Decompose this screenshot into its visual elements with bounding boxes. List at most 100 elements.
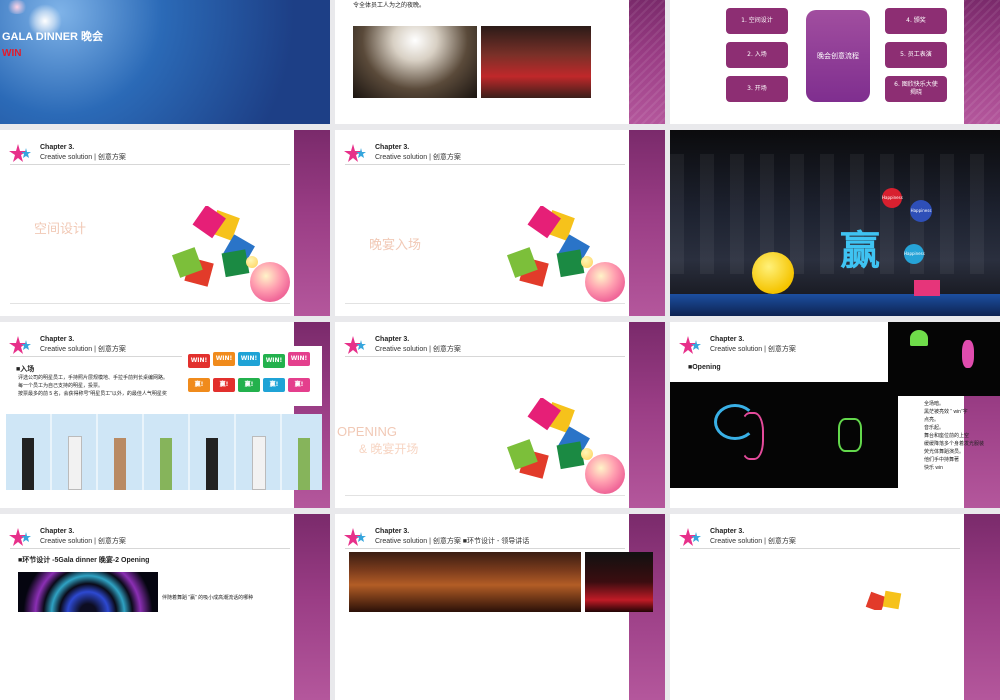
people-photo-strip [6,414,322,490]
purple-side-band [623,130,665,316]
stage-floor [670,294,1000,316]
slide-thumbnail-12[interactable]: Chapter 3. Creative solution | 创意方案 [670,514,1000,700]
win-board: 赢! [263,378,285,392]
body-line-9: 快乐 win [924,465,943,471]
crowd-photo-1 [353,26,477,98]
chapter-label: Chapter 3. [710,528,745,535]
footer-divider [10,303,290,304]
ghost-section-title: OPENING [337,424,397,439]
flow-box-6: 6. 图欣快乐大使 揭晓 [885,76,947,102]
header-divider [10,164,290,165]
section-heading: ■环节设计 -5Gala dinner 晚宴-2 Opening [18,557,150,564]
win-board-panel: WIN! WIN! WIN! WIN! WIN! 赢! 赢! 赢! 赢! 赢! [182,346,322,406]
star-logo-icon [344,528,366,546]
chapter-subtitle: Creative solution | 创意方案 [710,346,796,353]
slide-thumbnail-10[interactable]: Chapter 3. Creative solution | 创意方案 ■环节设… [0,514,330,700]
win-sign: 赢 [840,228,880,274]
purple-side-band [288,514,330,700]
person-figure [252,436,266,490]
slide-title: GALA DINNER 晚会 [2,31,104,43]
flow-box-2: 2. 入场 [726,42,788,68]
win-board: WIN! [263,354,285,368]
chapter-label: Chapter 3. [375,144,410,151]
win-board: 赢! [213,378,235,392]
slide-subtitle: WIN [2,48,22,59]
slide-thumbnail-grid: GALA DINNER 晚会 WIN 令全体员工人为之的夜晚。 1. 空间设计 … [0,0,1000,700]
flow-box-5: 5. 员工表演 [885,42,947,68]
slide-thumbnail-9[interactable]: Chapter 3. Creative solution | 创意方案 ■Ope… [670,322,1000,508]
win-board: WIN! [188,354,210,368]
person-figure [114,438,126,490]
stage-photo [585,552,653,612]
dancer-photo-main [670,382,898,488]
chapter-subtitle: Creative solution | 创意方案 ■环节设计 - 领导讲话 [375,538,530,545]
slide-thumbnail-4[interactable]: Chapter 3. Creative solution | 创意方案 空间设计 [0,130,330,316]
slide-thumbnail-6[interactable]: Happiness Happiness Happiness 赢 [670,130,1000,316]
pinwheel-graphic [506,206,590,287]
ghost-section-title: 晚宴入场 [369,237,422,252]
flow-box-4: 4. 颁奖 [885,8,947,34]
slide-thumbnail-7[interactable]: Chapter 3. Creative solution | 创意方案 ■入场 … [0,322,330,508]
balloon-happiness-3: Happiness [904,244,925,264]
gift-box [914,280,940,296]
slide-thumbnail-8[interactable]: Chapter 3. Creative solution | 创意方案 OPEN… [335,322,665,508]
crowd-photo-2 [481,26,591,98]
slide-thumbnail-11[interactable]: Chapter 3. Creative solution | 创意方案 ■环节设… [335,514,665,700]
bubble-decoration-small [581,256,593,268]
body-line: 伴随着舞蹈 “赢” 的吸小成高潮流话的哪种 [162,595,254,601]
header-divider [10,548,290,549]
ghost-section-subtitle: & 晚宴开场 [359,442,419,456]
star-logo-icon [9,144,31,162]
balloon-happiness-1: Happiness [882,188,903,208]
star-logo-icon [344,144,366,162]
header-divider [345,164,625,165]
person-figure [68,436,82,490]
slide-thumbnail-3[interactable]: 1. 空间设计 2. 入场 3. 开场 晚会创意流程 4. 颁奖 5. 员工表演… [670,0,1000,124]
person-figure [206,438,218,490]
chapter-label: Chapter 3. [40,336,75,343]
flow-box-1: 1. 空间设计 [726,8,788,34]
chapter-label: Chapter 3. [40,144,75,151]
pinwheel-graphic [171,206,255,287]
balloon-happiness-2: Happiness [910,200,932,222]
star-logo-icon [679,528,701,546]
chapter-subtitle: Creative solution | 创意方案 [40,538,126,545]
chapter-label: Chapter 3. [40,528,75,535]
chapter-subtitle: Creative solution | 创意方案 [40,154,126,161]
body-line-3: 按票最多的前 5 名，会获得称号“明星员工”以外，的最佳人气明星奖 [18,391,167,397]
slide-thumbnail-2[interactable]: 令全体员工人为之的夜晚。 [335,0,665,124]
slide-thumbnail-5[interactable]: Chapter 3. Creative solution | 创意方案 晚宴入场 [335,130,665,316]
chapter-subtitle: Creative solution | 创意方案 [375,154,461,161]
header-divider [680,548,960,549]
slide-thumbnail-1[interactable]: GALA DINNER 晚会 WIN [0,0,330,124]
header-divider [345,356,625,357]
star-logo-icon [679,336,701,354]
purple-side-band [623,322,665,508]
bubble-decoration-small [246,256,258,268]
purple-side-band [964,0,1000,124]
person-figure [298,438,310,490]
bubble-decoration [585,262,625,302]
pinwheel-graphic [506,398,590,479]
person-figure [160,438,172,490]
chapter-subtitle: Creative solution | 创意方案 [710,538,796,545]
star-logo-icon [344,336,366,354]
person-figure [22,438,34,490]
section-heading: ■入场 [16,366,35,373]
footer-divider [345,303,625,304]
purple-side-band [629,0,665,124]
flow-box-3: 3. 开场 [726,76,788,102]
chapter-label: Chapter 3. [710,336,745,343]
pinwheel-graphic-partial [865,590,902,610]
banquet-hall-photo [349,552,581,612]
ghost-section-title: 空间设计 [34,221,87,236]
chapter-subtitle: Creative solution | 创意方案 [40,346,126,353]
footer-divider [345,495,625,496]
stage-light-band [670,154,1000,274]
section-heading: ■Opening [688,364,721,371]
bubble-decoration [585,454,625,494]
star-logo-icon [9,528,31,546]
purple-side-band [288,130,330,316]
slide-caption: 令全体员工人为之的夜晚。 [353,3,426,9]
bubble-decoration-small [581,448,593,460]
